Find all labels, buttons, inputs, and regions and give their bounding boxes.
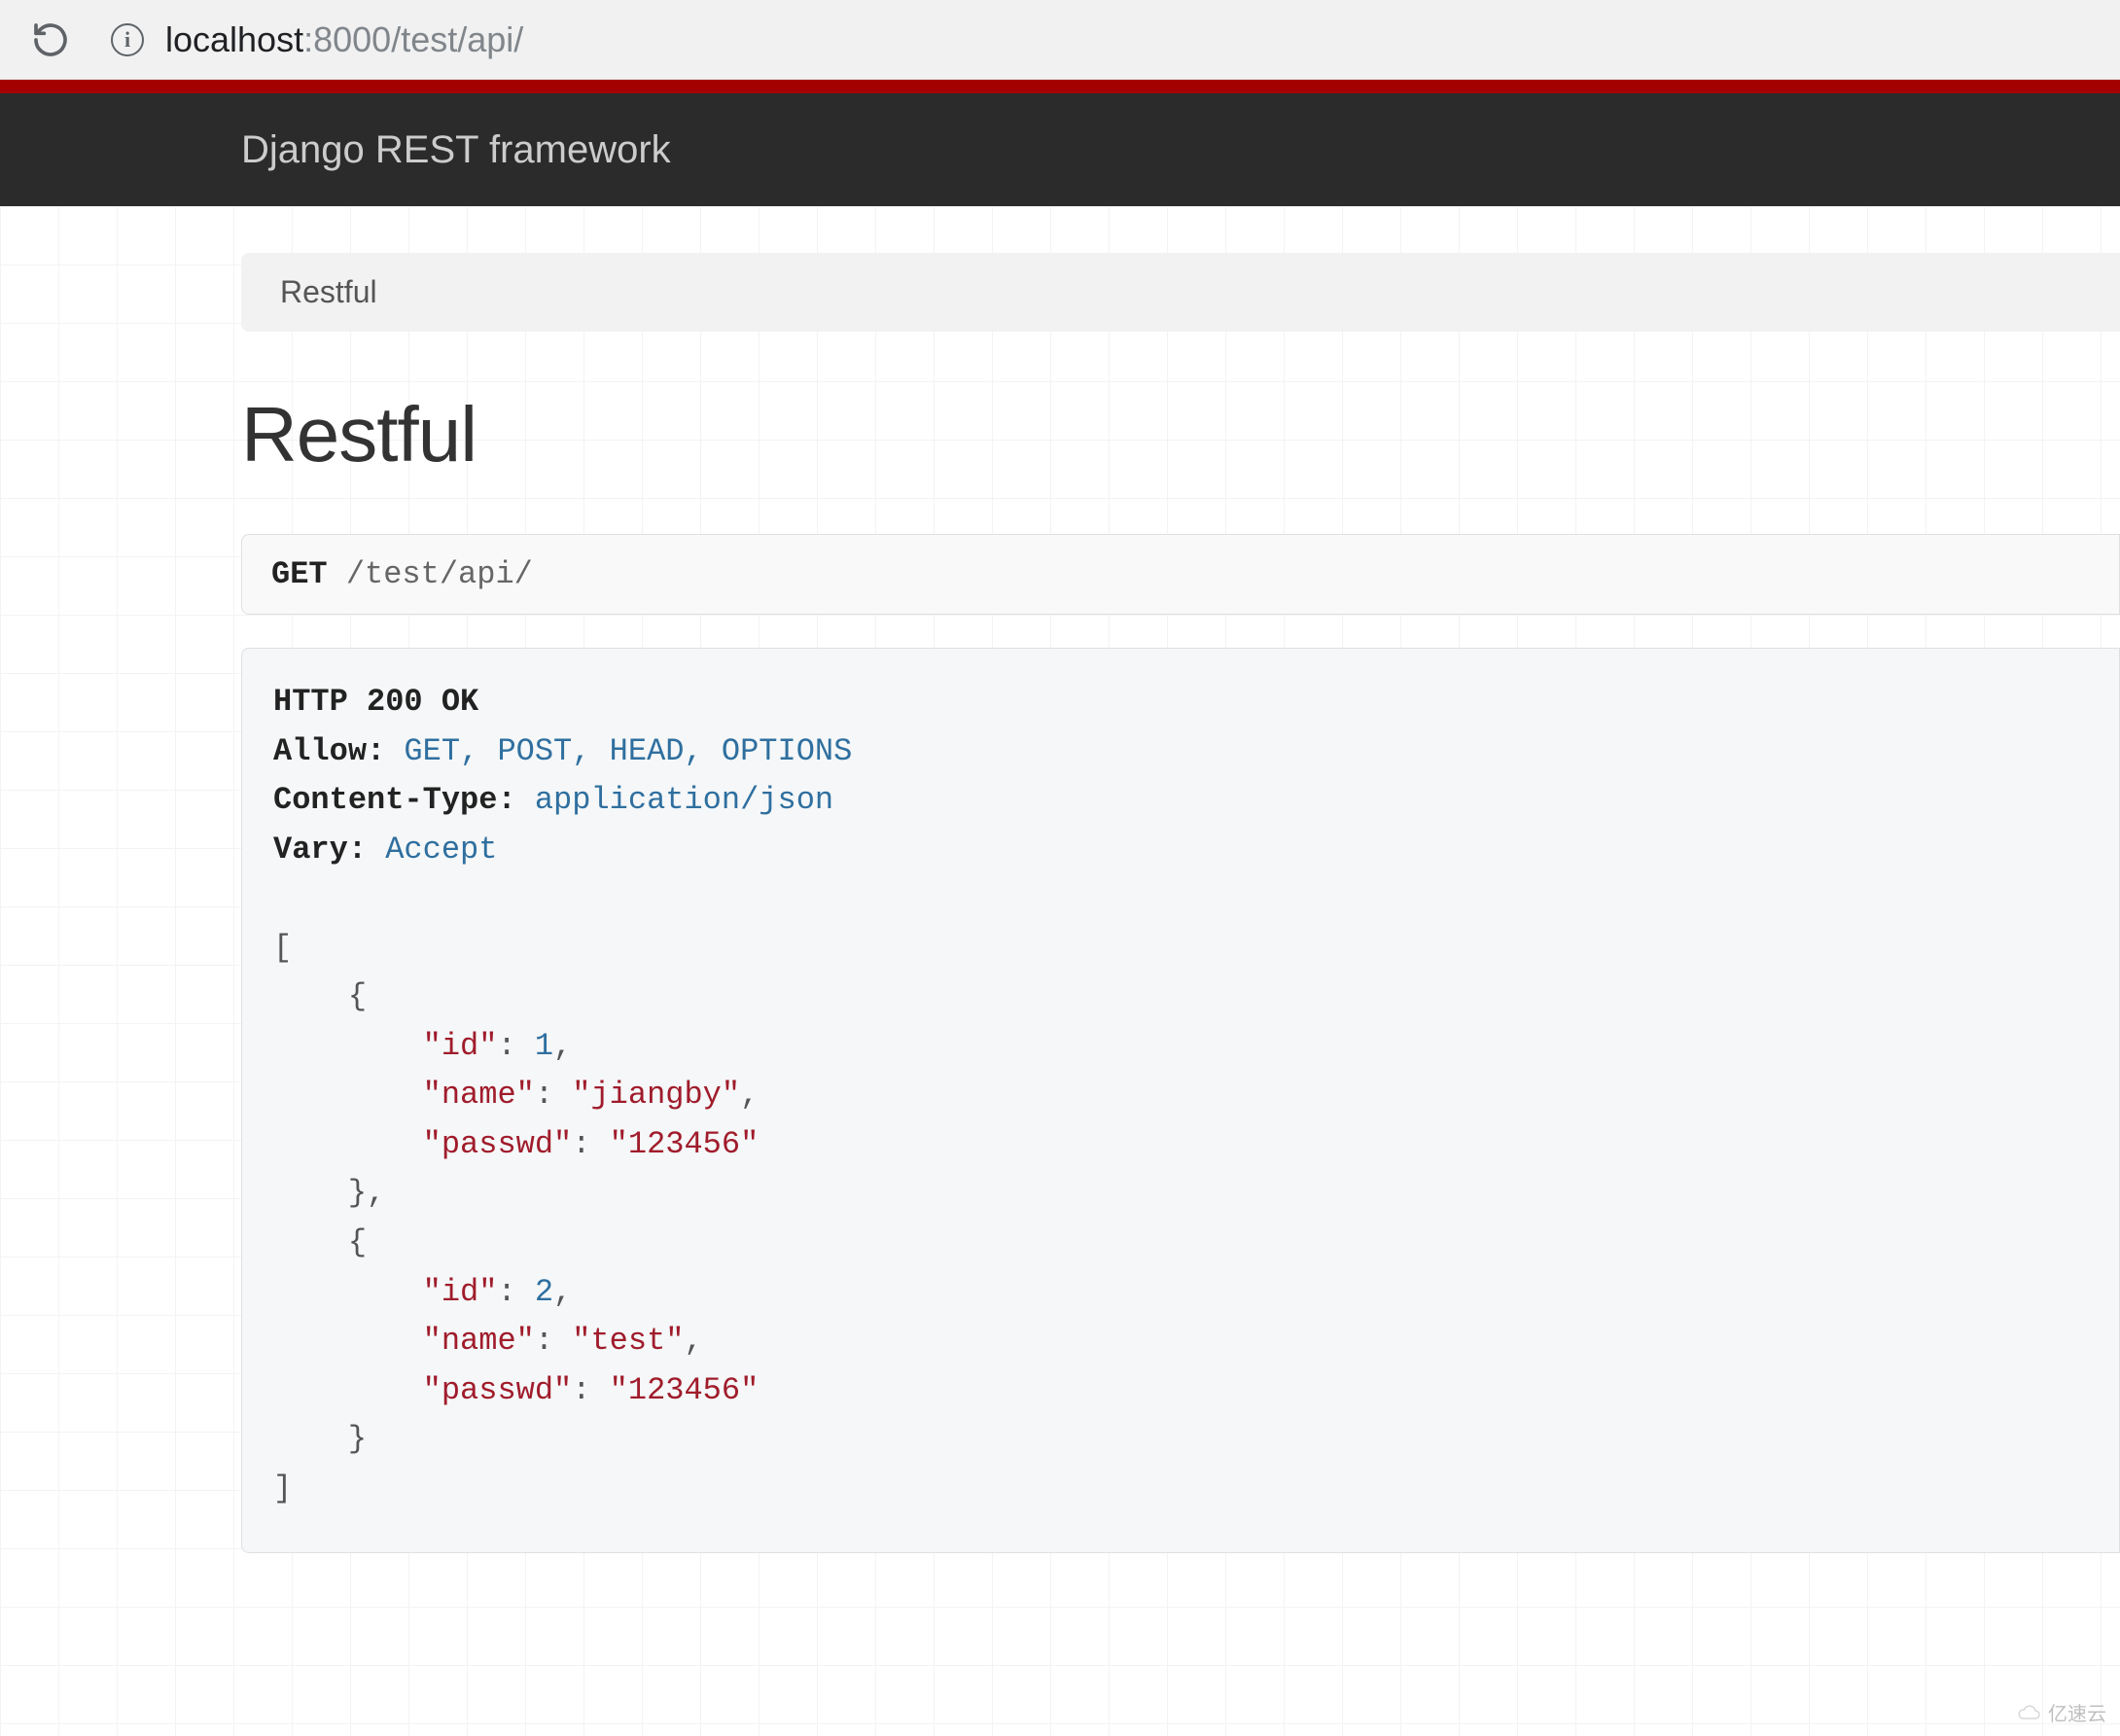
json-value: 2 — [535, 1274, 553, 1310]
url-host: localhost — [165, 19, 303, 59]
site-info-icon[interactable]: i — [111, 23, 144, 56]
cloud-icon — [2015, 1704, 2042, 1721]
page-body: Restful Restful GET /test/api/ HTTP 200 … — [0, 206, 2120, 1736]
url-port: :8000 — [303, 19, 391, 59]
json-value: 123456 — [628, 1126, 740, 1162]
watermark-text: 亿速云 — [2048, 1698, 2106, 1726]
response-header-key: Vary: — [273, 832, 367, 868]
json-value: jiangby — [590, 1077, 721, 1113]
response-header-value: Accept — [385, 832, 497, 868]
request-line: GET /test/api/ — [241, 534, 2120, 615]
json-value: test — [590, 1323, 665, 1359]
brand-link[interactable]: Django REST framework — [241, 128, 671, 172]
url-input-area[interactable]: i localhost:8000/test/api/ — [111, 19, 2091, 60]
request-path: /test/api/ — [346, 556, 533, 592]
breadcrumb-item[interactable]: Restful — [280, 274, 377, 309]
header-accent-strip — [0, 80, 2120, 93]
json-value: 123456 — [628, 1372, 740, 1408]
response-box: HTTP 200 OK Allow: GET, POST, HEAD, OPTI… — [241, 648, 2120, 1553]
url-text: localhost:8000/test/api/ — [165, 19, 523, 60]
response-header-key: Allow: — [273, 733, 385, 769]
browser-address-bar: i localhost:8000/test/api/ — [0, 0, 2120, 80]
page-title: Restful — [241, 390, 2120, 479]
reload-icon[interactable] — [29, 18, 72, 61]
breadcrumb: Restful — [241, 253, 2120, 332]
response-header-value: application/json — [535, 782, 833, 818]
request-method: GET — [271, 556, 328, 592]
response-status: HTTP 200 OK — [273, 684, 478, 720]
nav-bar: Django REST framework — [0, 93, 2120, 206]
watermark: 亿速云 — [2015, 1698, 2106, 1726]
json-value: 1 — [535, 1028, 553, 1064]
response-header-key: Content-Type: — [273, 782, 516, 818]
response-header-value: GET, POST, HEAD, OPTIONS — [404, 733, 852, 769]
url-path: /test/api/ — [391, 19, 523, 59]
